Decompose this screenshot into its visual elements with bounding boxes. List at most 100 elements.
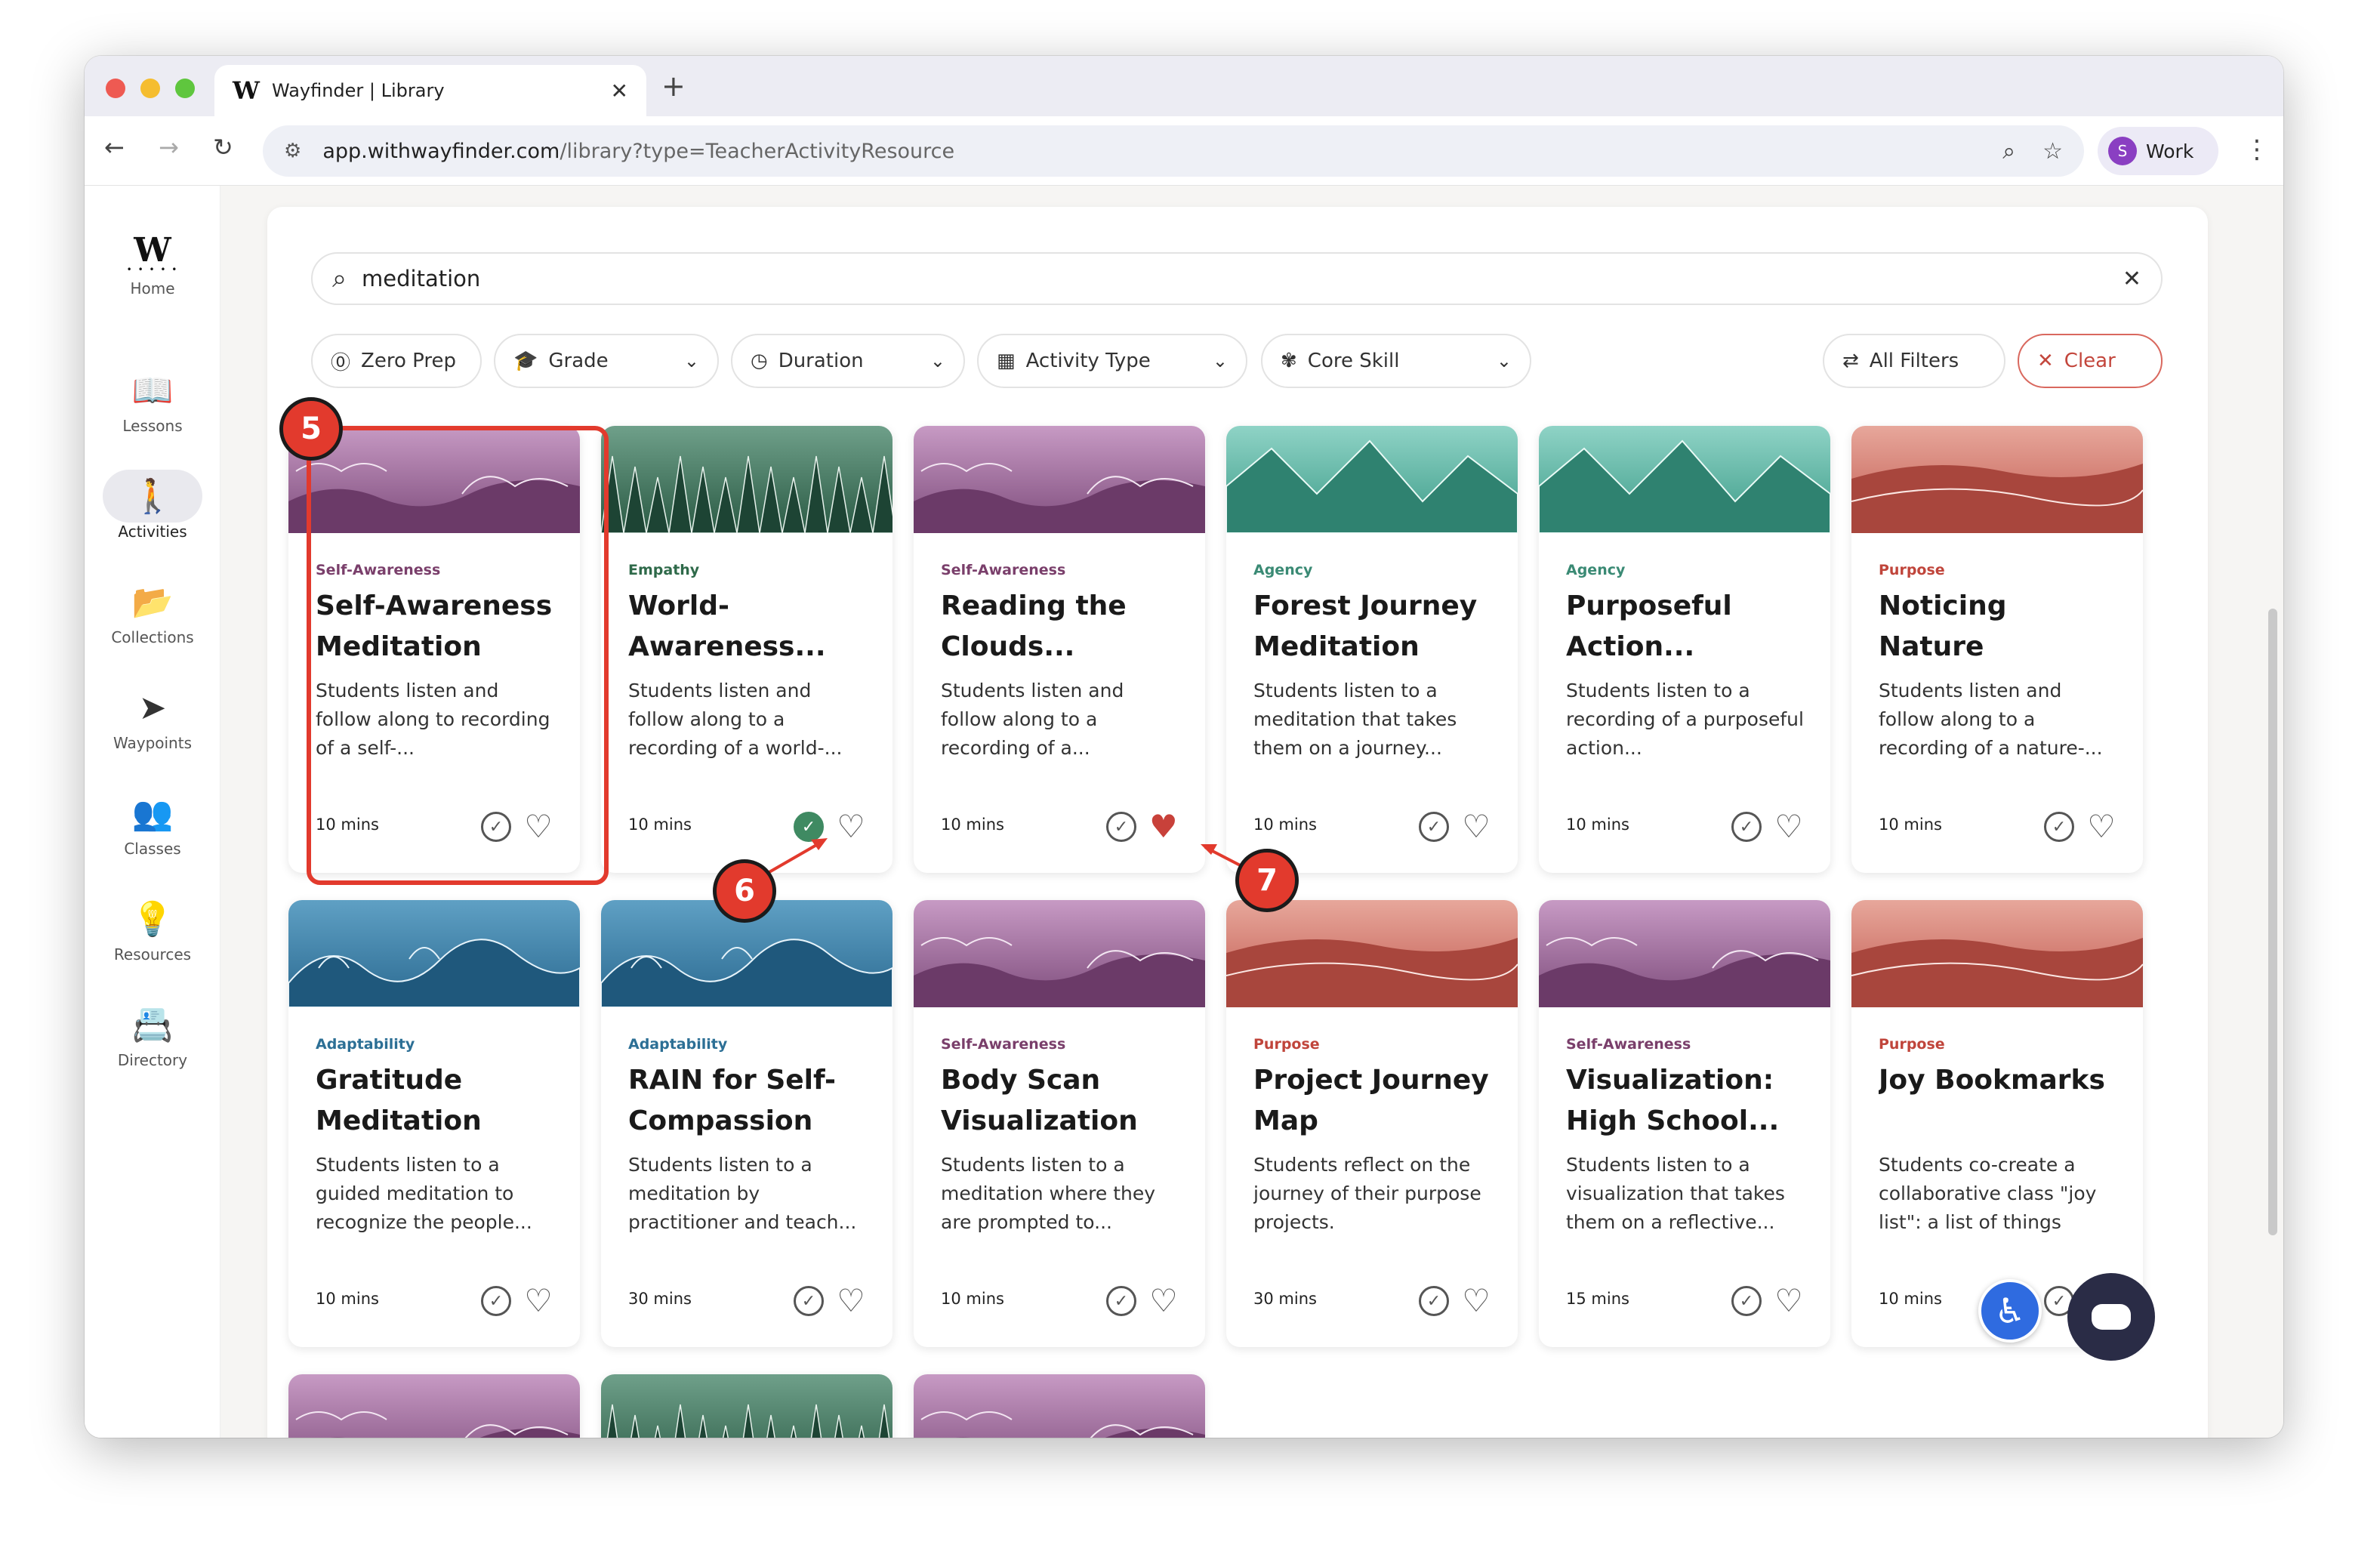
card-body: Agency Forest Journey Meditation Student…: [1253, 562, 1495, 763]
activity-card[interactable]: Purpose Noticing Nature Meditation Stude…: [1851, 426, 2143, 873]
heart-icon: ♡: [1462, 808, 1491, 845]
core-skill-filter[interactable]: ✾ Core Skill ⌄: [1261, 334, 1531, 388]
heart-icon: ♡: [524, 1282, 553, 1319]
all-filters-button[interactable]: ⇄ All Filters: [1823, 334, 2005, 388]
chat-button[interactable]: [2067, 1273, 2155, 1361]
activity-card[interactable]: Agency Purposeful Action... Students lis…: [1539, 426, 1830, 873]
activity-card-partial[interactable]: [601, 1374, 892, 1438]
card-body: Purpose Noticing Nature Meditation Stude…: [1879, 562, 2120, 763]
activity-card[interactable]: Adaptability Gratitude Meditation Studen…: [288, 900, 580, 1347]
card-duration: 10 mins: [941, 1290, 1004, 1308]
mark-complete-button[interactable]: ✓: [1105, 811, 1137, 843]
favorite-button[interactable]: ♡: [835, 811, 867, 843]
activity-card[interactable]: Purpose Project Journey Map Students ref…: [1226, 900, 1518, 1347]
card-description: Students listen and follow along to a re…: [1879, 680, 2103, 759]
bookmark-star-icon[interactable]: ☆: [2042, 138, 2063, 165]
mark-complete-button[interactable]: ✓: [480, 1285, 512, 1317]
scrollbar-thumb[interactable]: [2268, 609, 2277, 1235]
annotation-badge-7: 7: [1235, 849, 1299, 912]
reload-icon[interactable]: ↻: [213, 133, 233, 162]
address-bar[interactable]: ⚙ app.withwayfinder.com/library?type=Tea…: [263, 125, 2084, 177]
search-input[interactable]: meditation: [362, 266, 2123, 291]
heart-icon: ♡: [1774, 808, 1803, 845]
url-path: /library?type=TeacherActivityResource: [560, 139, 955, 163]
sidebar-item-waypoints[interactable]: ➤ Waypoints: [85, 687, 220, 752]
favorite-button[interactable]: ♡: [2086, 811, 2117, 843]
favorite-button[interactable]: ♥: [1148, 811, 1179, 843]
card-category: Purpose: [1879, 1036, 1945, 1053]
grade-label: Grade: [548, 350, 609, 372]
accessibility-button[interactable]: ♿: [1978, 1279, 2042, 1343]
activity-card[interactable]: Empathy World-Awareness... Students list…: [601, 426, 892, 873]
sidebar-item-activities[interactable]: 🚶 Activities: [85, 470, 220, 541]
wayfinder-logo-icon: W: [134, 231, 171, 270]
mark-complete-button[interactable]: ✓: [1731, 1285, 1762, 1317]
sidebar-label-classes: Classes: [124, 840, 181, 858]
profile-avatar: S: [2108, 137, 2137, 165]
sidebar-item-directory[interactable]: 📇 Directory: [85, 1004, 220, 1069]
sidebar-item-lessons[interactable]: 📖 Lessons: [85, 370, 220, 435]
clear-filters-button[interactable]: ✕ Clear: [2018, 334, 2163, 388]
card-image: [1851, 900, 2143, 1007]
close-window-button[interactable]: [106, 79, 125, 98]
zoom-icon[interactable]: ⌕: [2002, 138, 2015, 165]
site-settings-icon[interactable]: ⚙: [284, 140, 301, 162]
card-image: [1851, 426, 2143, 533]
sidebar-item-resources[interactable]: 💡 Resources: [85, 899, 220, 963]
chat-bubble-icon: [2092, 1304, 2131, 1330]
activity-card[interactable]: Self-Awareness Visualization: High Schoo…: [1539, 900, 1830, 1347]
card-illustration: [288, 900, 580, 1007]
maximize-window-button[interactable]: [175, 79, 195, 98]
card-duration: 10 mins: [1879, 815, 1942, 834]
mark-complete-button[interactable]: ✓: [1731, 811, 1762, 843]
mark-complete-button[interactable]: ✓: [1105, 1285, 1137, 1317]
activity-card[interactable]: Self-Awareness Reading the Clouds... Stu…: [914, 426, 1205, 873]
new-tab-icon[interactable]: +: [661, 69, 686, 103]
mark-complete-button[interactable]: ✓: [793, 811, 825, 843]
clear-search-icon[interactable]: ✕: [2123, 266, 2141, 292]
card-body: Self-Awareness Body Scan Visualization S…: [941, 1036, 1182, 1237]
back-arrow-icon[interactable]: ←: [104, 133, 125, 162]
favorite-button[interactable]: ♡: [1773, 1285, 1805, 1317]
favorite-button[interactable]: ♡: [1148, 1285, 1179, 1317]
mark-complete-button[interactable]: ✓: [793, 1285, 825, 1317]
activity-card[interactable]: Agency Forest Journey Meditation Student…: [1226, 426, 1518, 873]
sidebar-item-home[interactable]: W • • • • • Home: [85, 233, 220, 298]
card-actions: ✓ ♥: [1105, 811, 1179, 843]
activity-card-partial[interactable]: [914, 1374, 1205, 1438]
card-actions: ✓ ♡: [1731, 1285, 1805, 1317]
mark-complete-button[interactable]: ✓: [1418, 1285, 1450, 1317]
duration-filter[interactable]: ◷ Duration ⌄: [731, 334, 965, 388]
minimize-window-button[interactable]: [140, 79, 160, 98]
profile-button[interactable]: S Work: [2098, 127, 2218, 175]
browser-menu-icon[interactable]: ⋮: [2244, 134, 2270, 165]
zero-prep-filter[interactable]: ⓪ Zero Prep: [311, 334, 482, 388]
activity-card-partial[interactable]: [288, 1374, 580, 1438]
activity-card[interactable]: Adaptability RAIN for Self-Compassion St…: [601, 900, 892, 1347]
card-image: [1226, 426, 1518, 533]
check-circle-icon: ✓: [1419, 812, 1449, 842]
search-bar[interactable]: ⌕ meditation ✕: [311, 252, 2163, 305]
sidebar-item-collections[interactable]: 📂 Collections: [85, 581, 220, 646]
close-tab-icon[interactable]: ✕: [611, 79, 628, 103]
activity-type-filter[interactable]: ▦ Activity Type ⌄: [977, 334, 1247, 388]
mark-complete-button[interactable]: ✓: [1418, 811, 1450, 843]
favorite-button[interactable]: ♡: [1773, 811, 1805, 843]
sidebar-item-classes[interactable]: 👥 Classes: [85, 793, 220, 858]
card-description: Students listen to a meditation by pract…: [628, 1154, 857, 1233]
forward-arrow-icon[interactable]: →: [159, 133, 179, 162]
browser-tab-active[interactable]: W Wayfinder | Library ✕: [214, 65, 646, 116]
grade-filter[interactable]: 🎓 Grade ⌄: [494, 334, 719, 388]
favorite-button[interactable]: ♡: [1460, 811, 1492, 843]
card-category: Self-Awareness: [941, 562, 1066, 578]
favorite-button[interactable]: ♡: [1460, 1285, 1492, 1317]
card-duration: 10 mins: [941, 815, 1004, 834]
activity-card[interactable]: Self-Awareness Body Scan Visualization S…: [914, 900, 1205, 1347]
url-text[interactable]: app.withwayfinder.com/library?type=Teach…: [322, 140, 1975, 163]
mark-complete-button[interactable]: ✓: [2043, 811, 2075, 843]
card-title: Reading the Clouds...: [941, 590, 1127, 662]
favorite-button[interactable]: ♡: [523, 1285, 554, 1317]
card-duration: 10 mins: [1253, 815, 1317, 834]
favorite-button[interactable]: ♡: [835, 1285, 867, 1317]
logo-dots-icon: • • • • •: [126, 264, 179, 275]
